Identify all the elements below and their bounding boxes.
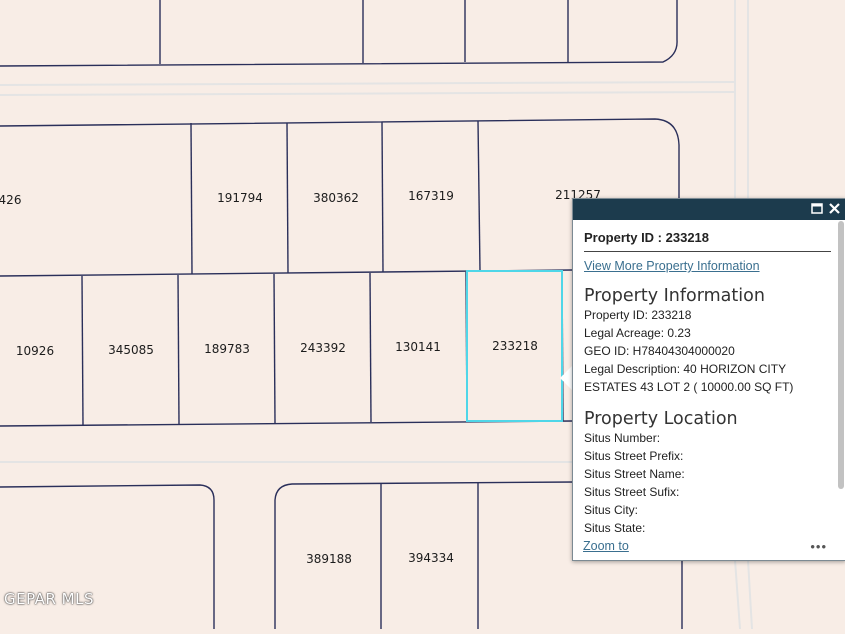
property-id-label: Property ID : <box>584 230 663 245</box>
view-more-link[interactable]: View More Property Information <box>584 259 824 273</box>
parcel-label[interactable]: 130141 <box>395 340 441 354</box>
close-icon[interactable] <box>827 201 842 216</box>
popup-scrollbar[interactable] <box>838 221 844 489</box>
parcel-label[interactable]: 243392 <box>300 341 346 355</box>
property-id-heading: Property ID : 233218 <box>584 230 831 252</box>
info-row: Legal Acreage: 0.23 <box>584 326 691 340</box>
property-id-value: 233218 <box>665 230 710 245</box>
info-row: Legal Description: 40 HORIZON CITY ESTAT… <box>584 362 794 394</box>
mls-watermark: GEPAR MLS <box>4 590 94 608</box>
lot-line <box>477 120 481 272</box>
lot-line <box>190 122 193 275</box>
parcel-label[interactable]: 389188 <box>306 552 352 566</box>
lot-line <box>381 121 384 273</box>
popup-header <box>573 199 845 220</box>
road-line <box>747 559 753 630</box>
lot-line <box>177 274 180 425</box>
parcel-label[interactable]: 345085 <box>108 343 154 357</box>
parcel-label[interactable]: 191794 <box>217 191 263 205</box>
location-row: Situs City: <box>584 503 639 517</box>
info-row: GEO ID: H78404304000020 <box>584 344 735 358</box>
location-row: Situs Street Name: <box>584 467 685 481</box>
road-line <box>0 91 736 96</box>
lot-line <box>369 272 372 423</box>
parcel-label[interactable]: 380362 <box>313 191 359 205</box>
road-line <box>734 559 741 630</box>
popup-content[interactable]: Property ID : 233218 View More Property … <box>573 220 835 560</box>
block-outline <box>0 0 678 67</box>
popup-pointer <box>560 366 572 390</box>
lot-line <box>81 275 84 426</box>
property-information-title: Property Information <box>584 286 765 306</box>
property-location-title: Property Location <box>584 409 738 429</box>
road-line <box>0 81 736 86</box>
more-options-icon[interactable]: ••• <box>810 539 827 554</box>
parcel-label[interactable]: 394334 <box>408 551 454 565</box>
parcel-label[interactable]: 189783 <box>204 342 250 356</box>
location-row: Situs State: <box>584 521 646 535</box>
location-row: Situs Number: <box>584 431 661 445</box>
location-row: Situs Street Sufix: <box>584 485 680 499</box>
lot-line <box>273 273 276 424</box>
parcel-label[interactable]: 426 <box>0 193 21 207</box>
selected-parcel-label[interactable]: 233218 <box>492 339 538 353</box>
lot-line <box>286 122 289 274</box>
parcel-label[interactable]: 167319 <box>408 189 454 203</box>
parcel-label[interactable]: 10926 <box>16 344 54 358</box>
maximize-icon[interactable] <box>810 201 825 216</box>
property-popup: Property ID : 233218 View More Property … <box>572 198 845 561</box>
info-row: Property ID: 233218 <box>584 308 692 322</box>
location-row: Situs Street Prefix: <box>584 449 684 463</box>
zoom-to-link[interactable]: Zoom to <box>583 539 629 553</box>
